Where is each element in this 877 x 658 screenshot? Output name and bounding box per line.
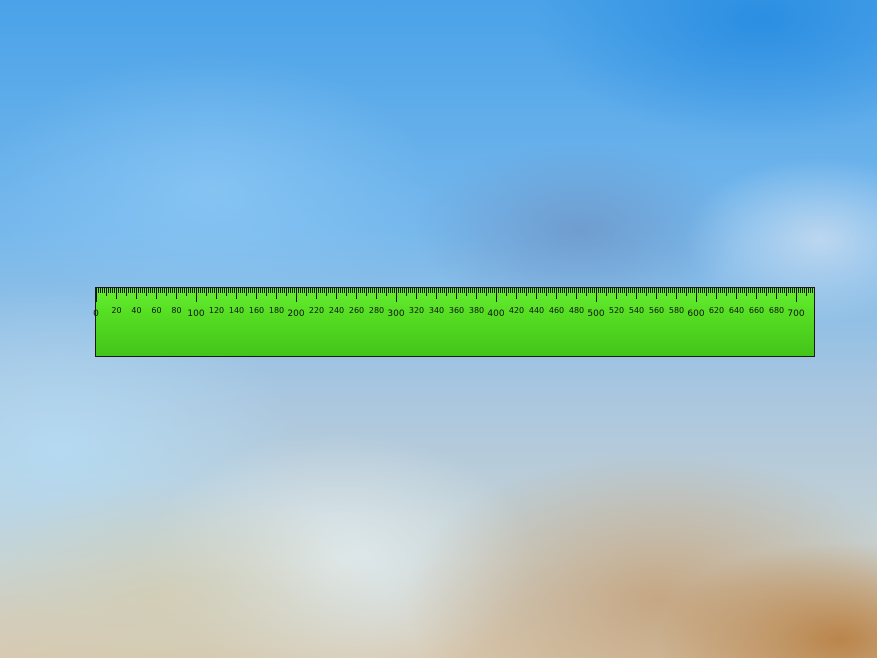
- ruler-tick-label: 120: [209, 306, 224, 315]
- ruler-tick-label: 300: [387, 309, 404, 319]
- ruler-tick-label: 160: [249, 306, 264, 315]
- ruler-tick-label: 320: [409, 306, 424, 315]
- ruler-tick-label: 380: [469, 306, 484, 315]
- ruler-tick-label: 560: [649, 306, 664, 315]
- ruler-tick-label: 500: [587, 309, 604, 319]
- ruler-tick-label: 20: [111, 306, 121, 315]
- ruler-tick-label: 200: [287, 309, 304, 319]
- ruler-tick-label: 260: [349, 306, 364, 315]
- ruler-tick-label: 140: [229, 306, 244, 315]
- ruler-tick-label: 220: [309, 306, 324, 315]
- ruler-tick-label: 460: [549, 306, 564, 315]
- ruler-tick-label: 400: [487, 309, 504, 319]
- ruler-tick-label: 660: [749, 306, 764, 315]
- ruler-tick-label: 360: [449, 306, 464, 315]
- ruler-scale: 0 20 40 60 80 100 120 140 160 180 200 220 240 260 280 3…: [93, 288, 813, 319]
- ruler-tick-label: 80: [171, 306, 181, 315]
- ruler-tick-label: 180: [269, 306, 284, 315]
- ruler-tick-label: 700: [787, 309, 804, 319]
- ruler-tick-label: 640: [729, 306, 744, 315]
- ruler-tick-label: 240: [329, 306, 344, 315]
- ruler-tick-label: 0: [93, 309, 99, 319]
- desktop-background: 0 20 40 60 80 100 120 140 160 180 200 220 240 260 280 3…: [0, 0, 877, 658]
- ruler-tick-label: 600: [687, 309, 704, 319]
- ruler-tick-label: 540: [629, 306, 644, 315]
- ruler-tick-label: 60: [151, 306, 161, 315]
- ruler-tick-label: 440: [529, 306, 544, 315]
- ruler-tick-label: 480: [569, 306, 584, 315]
- ruler-tick-label: 680: [769, 306, 784, 315]
- ruler-tick-label: 280: [369, 306, 384, 315]
- ruler-tick-label: 520: [609, 306, 624, 315]
- screen-ruler[interactable]: 0 20 40 60 80 100 120 140 160 180 200 220 240 260 280 3…: [93, 287, 815, 357]
- ruler-tick-label: 340: [429, 306, 444, 315]
- ruler-tick-label: 420: [509, 306, 524, 315]
- ruler-tick-label: 580: [669, 306, 684, 315]
- ruler-tick-label: 620: [709, 306, 724, 315]
- ruler-tick-label: 40: [131, 306, 141, 315]
- ruler-tick-label: 100: [187, 309, 204, 319]
